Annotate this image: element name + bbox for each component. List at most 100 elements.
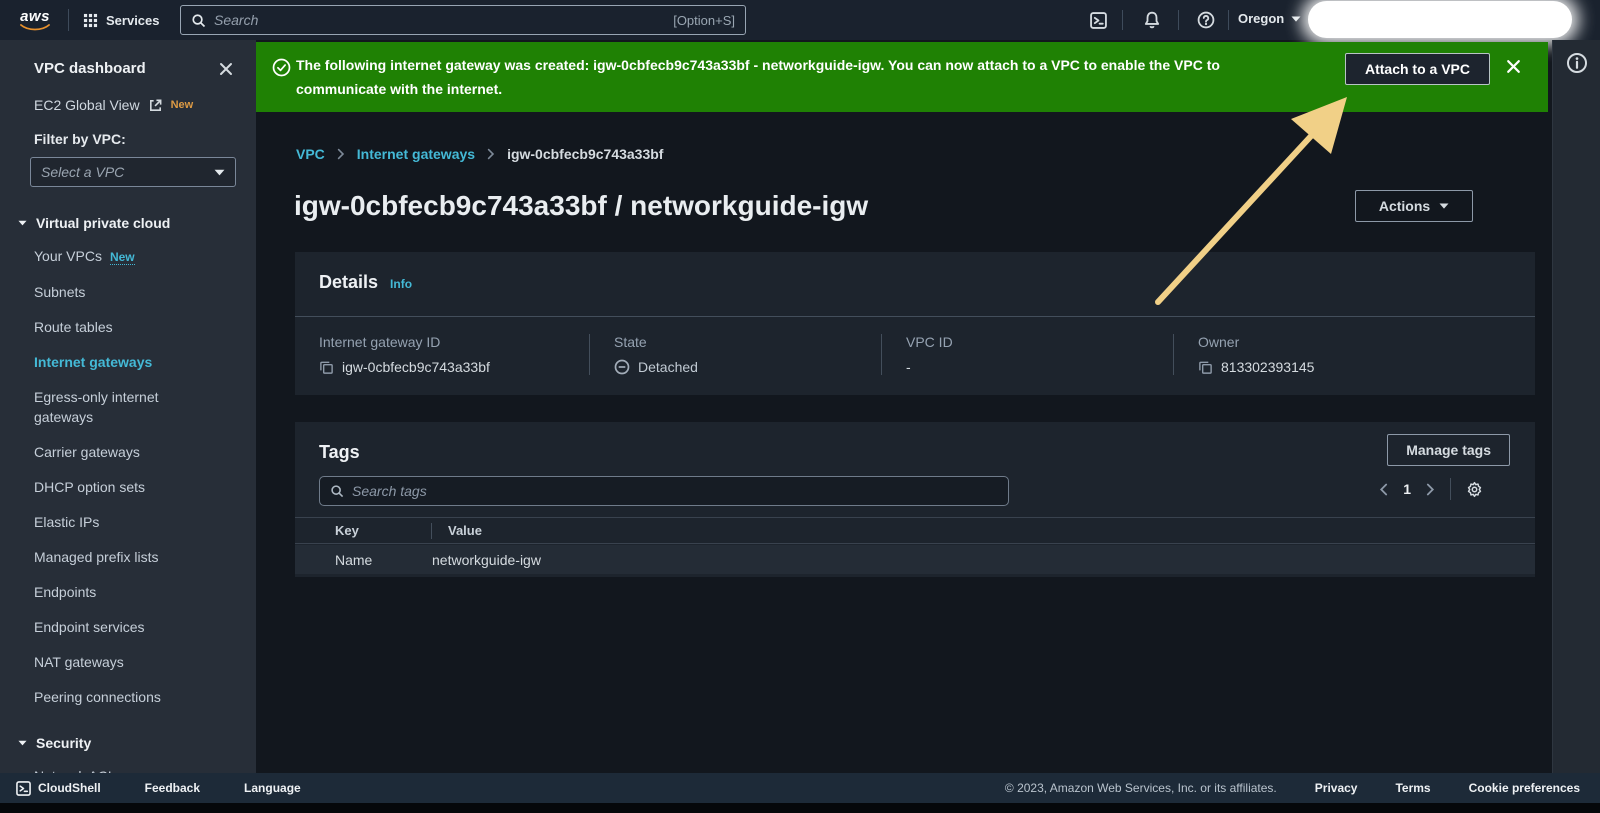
nav-divider bbox=[1228, 10, 1229, 30]
sidebar-item-egress-only-internet-gateways[interactable]: Egress-only internet gateways bbox=[34, 387, 219, 427]
footer-terms-link[interactable]: Terms bbox=[1395, 781, 1430, 795]
field-label: VPC ID bbox=[906, 334, 953, 350]
sidebar-item-label: Endpoint services bbox=[34, 619, 145, 635]
table-settings-gear-icon[interactable] bbox=[1466, 481, 1483, 498]
footer-privacy-link[interactable]: Privacy bbox=[1315, 781, 1358, 795]
footer-feedback-link[interactable]: Feedback bbox=[145, 781, 200, 795]
sidebar-item-label: Managed prefix lists bbox=[34, 549, 159, 565]
tag-key-cell: Name bbox=[335, 551, 373, 568]
sidebar-item-label: Egress-only internet gateways bbox=[34, 389, 159, 425]
field-internet-gateway-id: Internet gateway ID igw-0cbfecb9c743a33b… bbox=[295, 334, 589, 375]
search-placeholder: Search bbox=[214, 12, 259, 28]
sidebar-item-endpoints[interactable]: Endpoints bbox=[34, 582, 219, 602]
services-menu[interactable]: Services bbox=[83, 13, 160, 28]
flashbar-close-icon[interactable] bbox=[1505, 58, 1522, 75]
field-state: State Detached bbox=[589, 334, 881, 375]
manage-tags-button[interactable]: Manage tags bbox=[1387, 434, 1510, 466]
sidebar-close-icon[interactable] bbox=[218, 61, 234, 77]
page-number[interactable]: 1 bbox=[1403, 481, 1411, 497]
column-header-key[interactable]: Key bbox=[295, 523, 431, 538]
sidebar-navigation: Virtual private cloud Your VPCs New Subnets… bbox=[0, 215, 256, 773]
breadcrumb-vpc[interactable]: VPC bbox=[296, 146, 325, 162]
flashbar-message: The following internet gateway was creat… bbox=[296, 57, 1220, 97]
sidebar-item-network-acls[interactable]: Network ACLs bbox=[34, 766, 219, 773]
cloudshell-label: CloudShell bbox=[38, 781, 101, 795]
nav-divider bbox=[1122, 10, 1123, 30]
sidebar-item-route-tables[interactable]: Route tables bbox=[34, 317, 219, 337]
previous-page-icon[interactable] bbox=[1379, 483, 1388, 496]
footer-cookie-preferences-link[interactable]: Cookie preferences bbox=[1469, 781, 1580, 795]
help-icon bbox=[1197, 11, 1215, 29]
actions-label: Actions bbox=[1378, 198, 1431, 214]
aws-vpc-console: aws Services Search [Option+S] Oregon VP… bbox=[0, 0, 1600, 813]
sidebar-item-peering-connections[interactable]: Peering connections bbox=[34, 687, 219, 707]
section-header-label: Virtual private cloud bbox=[36, 215, 171, 231]
search-icon bbox=[191, 13, 206, 28]
global-search-input[interactable]: Search [Option+S] bbox=[180, 5, 746, 35]
search-icon bbox=[330, 484, 344, 498]
copy-icon[interactable] bbox=[1198, 360, 1213, 375]
search-tags-input[interactable]: Search tags bbox=[319, 476, 1009, 506]
cloudshell-button[interactable] bbox=[1086, 8, 1110, 32]
sidebar-section-virtual-private-cloud[interactable]: Virtual private cloud bbox=[18, 215, 256, 231]
sidebar-item-label: Peering connections bbox=[34, 689, 161, 705]
field-value: - bbox=[906, 359, 911, 375]
field-value: igw-0cbfecb9c743a33bf bbox=[342, 359, 490, 375]
tools-panel-rail bbox=[1552, 40, 1600, 773]
page-title: igw-0cbfecb9c743a33bf / networkguide-igw bbox=[294, 190, 869, 221]
sidebar-item-ec2-global-view[interactable]: EC2 Global View New bbox=[34, 97, 256, 113]
table-row[interactable]: Name networkguide-igw bbox=[295, 545, 1535, 574]
bell-icon bbox=[1143, 11, 1161, 29]
console-footer: CloudShell Feedback Language © 2023, Ama… bbox=[0, 773, 1600, 803]
breadcrumb-separator-icon bbox=[337, 148, 345, 160]
notifications-button[interactable] bbox=[1140, 8, 1164, 32]
sidebar-item-endpoint-services[interactable]: Endpoint services bbox=[34, 617, 219, 637]
sidebar-item-subnets[interactable]: Subnets bbox=[34, 282, 219, 302]
region-selector[interactable]: Oregon bbox=[1238, 11, 1301, 26]
field-vpc-id: VPC ID - bbox=[881, 334, 1173, 375]
sidebar-item-managed-prefix-lists[interactable]: Managed prefix lists bbox=[34, 547, 219, 567]
footer-cloudshell-button[interactable]: CloudShell bbox=[16, 781, 101, 796]
column-header-value[interactable]: Value bbox=[432, 523, 482, 538]
details-title: Details bbox=[319, 272, 379, 292]
sidebar-item-dhcp-option-sets[interactable]: DHCP option sets bbox=[34, 477, 219, 497]
sidebar-item-elastic-ips[interactable]: Elastic IPs bbox=[34, 512, 219, 532]
attach-to-vpc-button[interactable]: Attach to a VPC bbox=[1344, 53, 1490, 85]
breadcrumb-separator-icon bbox=[487, 148, 495, 160]
divider bbox=[295, 316, 1535, 317]
copyright-text: © 2023, Amazon Web Services, Inc. or its… bbox=[1004, 781, 1277, 795]
tags-table-header: Key Value bbox=[295, 517, 1535, 544]
sidebar-item-internet-gateways[interactable]: Internet gateways bbox=[34, 352, 219, 372]
sidebar-item-label: Subnets bbox=[34, 284, 86, 300]
aws-logo[interactable]: aws bbox=[16, 7, 54, 31]
next-page-icon[interactable] bbox=[1426, 483, 1435, 496]
cloudshell-terminal-icon bbox=[1090, 12, 1107, 29]
sidebar-title[interactable]: VPC dashboard bbox=[34, 60, 146, 77]
sidebar-item-your-vpcs[interactable]: Your VPCs New bbox=[34, 246, 219, 267]
actions-button[interactable]: Actions bbox=[1355, 190, 1473, 222]
sidebar-item-carrier-gateways[interactable]: Carrier gateways bbox=[34, 442, 219, 462]
sidebar-item-nat-gateways[interactable]: NAT gateways bbox=[34, 652, 219, 672]
status-badge: Detached bbox=[638, 359, 698, 375]
account-menu-redacted[interactable] bbox=[1308, 1, 1572, 38]
top-navigation-bar: aws Services Search [Option+S] Oregon bbox=[0, 0, 1600, 40]
divider bbox=[1450, 478, 1451, 500]
search-tags-placeholder: Search tags bbox=[352, 483, 427, 499]
details-info-link[interactable]: Info bbox=[390, 277, 412, 291]
ec2-global-view-label: EC2 Global View bbox=[34, 97, 140, 113]
footer-language-link[interactable]: Language bbox=[244, 781, 301, 795]
sidebar-section-security[interactable]: Security bbox=[18, 735, 256, 751]
info-panel-icon[interactable] bbox=[1566, 52, 1588, 74]
sidebar-item-label: Elastic IPs bbox=[34, 514, 100, 530]
vpc-filter-select[interactable]: Select a VPC bbox=[30, 157, 236, 187]
sidebar-item-label: Carrier gateways bbox=[34, 444, 140, 460]
search-shortcut: [Option+S] bbox=[673, 12, 735, 28]
success-flashbar: The following internet gateway was creat… bbox=[256, 42, 1548, 112]
help-button[interactable] bbox=[1194, 8, 1218, 32]
sidebar-item-label: Your VPCs bbox=[34, 248, 102, 264]
aws-logo-text: aws bbox=[20, 7, 50, 25]
field-value: 813302393145 bbox=[1221, 359, 1315, 375]
vpc-filter-placeholder: Select a VPC bbox=[41, 164, 125, 180]
copy-icon[interactable] bbox=[319, 360, 334, 375]
breadcrumb-internet-gateways[interactable]: Internet gateways bbox=[357, 146, 475, 162]
